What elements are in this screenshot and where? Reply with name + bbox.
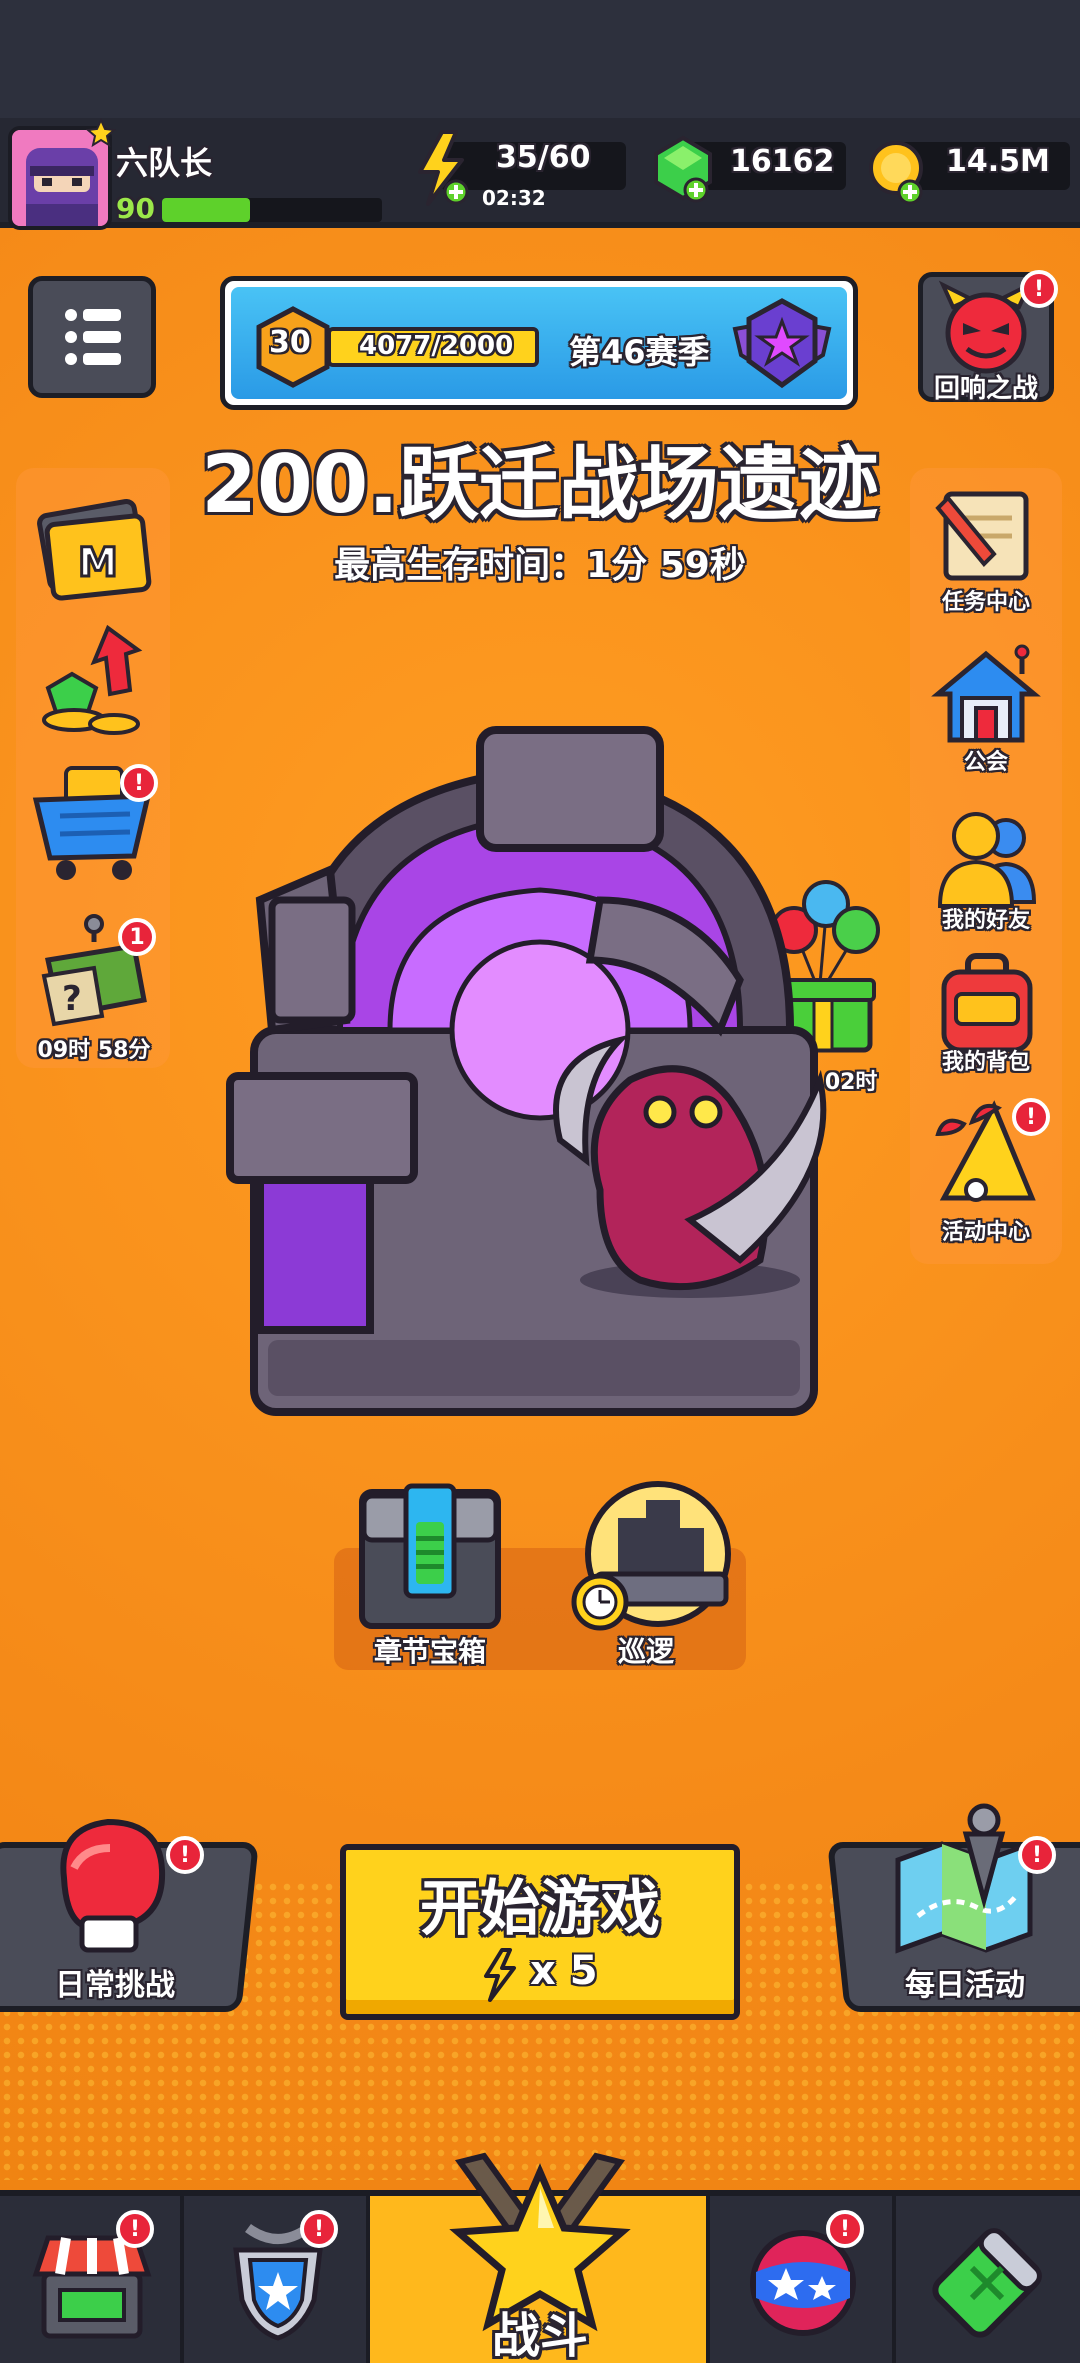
talent-alert-badge: ! [826, 2210, 864, 2248]
player-name: 六队长 [116, 144, 213, 182]
backpack-icon[interactable] [934, 952, 1040, 1056]
season-banner[interactable]: 30 4077/2000 第46赛季 [220, 276, 858, 410]
svg-text:M: M [78, 540, 118, 586]
rank-level: 30 [269, 325, 311, 360]
tab-evolution[interactable] [896, 2196, 1080, 2363]
tab-shop[interactable]: ! [0, 2196, 184, 2363]
gems-value: 16162 [730, 144, 835, 179]
friends-icon[interactable] [932, 808, 1044, 910]
events-center-alert-badge: ! [1012, 1098, 1050, 1136]
shop-cart-alert-badge: ! [120, 764, 158, 802]
daily-challenge-alert-badge: ! [166, 1836, 204, 1874]
patrol-label: 巡逻 [617, 1635, 674, 1668]
backpack-label: 我的背包 [941, 1050, 1030, 1075]
tab-battle[interactable]: 战斗 [370, 2152, 710, 2363]
echo-battle-alert-badge: ! [1020, 270, 1058, 308]
daily-activity-alert-badge: ! [1018, 1836, 1056, 1874]
player-level: 90 [116, 192, 155, 225]
mystery-box-count-badge: 1 [118, 918, 156, 956]
daily-challenge-label: 日常挑战 [55, 1968, 175, 2003]
shop-alert-badge: ! [116, 2210, 154, 2248]
chapter-chest-label: 章节宝箱 [373, 1635, 486, 1668]
growth-fund-icon[interactable] [34, 620, 154, 740]
bottom-navigation: ! ! 战斗 ! [0, 2152, 1080, 2363]
map-pin-icon [895, 1803, 1033, 1954]
events-center-label: 活动中心 [941, 1220, 1030, 1245]
battle-tab-label: 战斗 [491, 2308, 588, 2363]
tab-talent[interactable]: ! [710, 2196, 896, 2363]
stage-portal-illustration[interactable] [220, 700, 860, 1420]
status-bar [0, 0, 1080, 118]
guild-label: 公会 [963, 750, 1008, 775]
daily-activity-label: 每日活动 [905, 1968, 1025, 2003]
dna-capsule-icon [932, 2228, 1042, 2338]
start-game-label: 开始游戏 [420, 1874, 660, 1944]
xp-bar-fill [162, 198, 250, 222]
lightning-icon [418, 130, 469, 206]
mystery-box-timer: 09时 58分 [37, 1038, 151, 1063]
season-progress-text: 4077/2000 [359, 331, 514, 361]
season-label: 第46赛季 [569, 333, 710, 371]
echo-battle-label: 回响之战 [933, 374, 1038, 404]
season-star-badge-icon [732, 298, 832, 389]
menu-button[interactable] [28, 276, 156, 398]
resource-bar: 六队长 90 35/60 02:32 16162 14.5M [0, 118, 1080, 230]
guild-icon[interactable] [930, 644, 1042, 754]
start-game-cost: x 5 [530, 1948, 598, 1994]
xp-bar [162, 198, 382, 222]
friends-label: 我的好友 [941, 908, 1030, 933]
energy-timer: 02:32 [482, 186, 546, 210]
coins-value: 14.5M [946, 144, 1050, 179]
task-center-icon[interactable] [928, 484, 1044, 588]
crown-icon [86, 118, 116, 148]
patrol-icon[interactable] [566, 1478, 732, 1632]
tab-equipment[interactable]: ! [184, 2196, 370, 2363]
monthly-card-icon[interactable]: M [30, 490, 160, 610]
coin-icon [869, 141, 923, 205]
svg-text:?: ? [62, 979, 82, 1019]
chapter-chest-icon[interactable] [356, 1482, 504, 1632]
equipment-alert-badge: ! [300, 2210, 338, 2248]
energy-cost-icon [484, 1948, 516, 2002]
boxing-glove-icon [60, 1818, 166, 1953]
gem-icon [654, 135, 712, 203]
task-center-label: 任务中心 [941, 590, 1030, 615]
menu-icon [65, 309, 121, 365]
energy-value: 35/60 [496, 140, 591, 175]
